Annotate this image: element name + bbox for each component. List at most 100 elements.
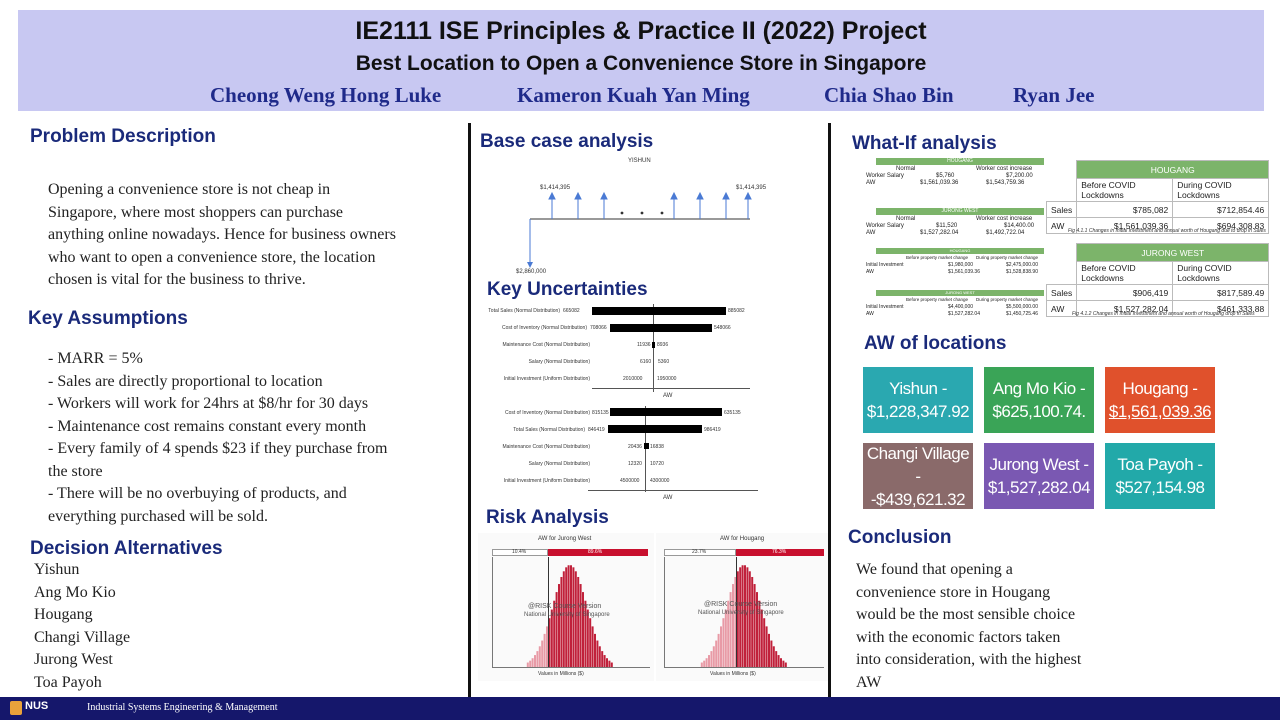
tornado-bar — [608, 425, 702, 433]
histogram-bar — [586, 609, 589, 667]
histogram-bar — [748, 571, 751, 667]
tornado-row-label: Salary (Normal Distribution) — [528, 359, 590, 365]
mini-cell: $5,500,000.00 — [1006, 304, 1038, 310]
mini-cell: AW — [866, 230, 876, 236]
tornado-row-label: Total Sales (Normal Distribution) — [488, 308, 560, 314]
histogram-bar — [784, 662, 787, 667]
tile-name: Toa Payoh - — [1117, 455, 1203, 474]
tile-value: $527,154.98 — [1115, 478, 1205, 497]
tornado-axis — [592, 388, 750, 389]
mini-cell: $1,527,282.04 — [948, 311, 980, 317]
mini-col: Worker cost increase — [976, 166, 1033, 172]
watermark: @RISK Course Version — [704, 601, 778, 608]
mini-cell: Initial Investment — [866, 262, 904, 268]
histogram-bar — [526, 662, 529, 667]
footer-bar: NUS Industrial Systems Engineering & Man… — [0, 697, 1280, 720]
poster-subtitle: Best Location to Open a Convenience Stor… — [355, 52, 927, 75]
table-cell: $785,082 — [1076, 201, 1174, 218]
diagram-title: YISHUN — [628, 158, 651, 164]
histogram-bar — [763, 618, 766, 667]
percentile-label: 10.4% — [512, 549, 527, 555]
aw-tile: Ang Mo Kio - $625,100.74. — [984, 367, 1094, 433]
author-name: Ryan Jee — [1013, 83, 1095, 107]
histogram-bar — [705, 658, 708, 667]
histogram-bar — [724, 609, 727, 667]
histogram-bar — [744, 565, 746, 667]
histogram-bar — [777, 655, 780, 667]
figure-caption: Fig 4.1.2 Changes in Initial Investment … — [1072, 311, 1255, 317]
table-cell: $906,419 — [1076, 284, 1174, 301]
text-line: - Every family of 4 spends $23 if they p… — [48, 440, 388, 457]
histogram-bar — [770, 640, 773, 667]
histogram-bar — [772, 646, 775, 667]
tornado-low: 846419 — [588, 427, 605, 433]
mini-table-title: JURONG WEST — [876, 290, 1044, 296]
mini-col: During property market change — [976, 297, 1039, 302]
axis-label: Values in Millions ($) — [538, 671, 584, 677]
aw-tile: Jurong West - $1,527,282.04 — [984, 443, 1094, 509]
text-line: - Sales are directly proportional to loc… — [48, 372, 323, 390]
mini-cell: $5,760 — [936, 173, 955, 179]
uncertainties-heading: Key Uncertainties — [487, 279, 648, 300]
risk-heading: Risk Analysis — [486, 507, 609, 528]
text-line: everything purchased will be sold. — [48, 507, 268, 525]
histogram-bar — [760, 609, 763, 667]
jurong-covid-table: JURONG WEST Before COVID Lockdowns During… — [1045, 243, 1270, 317]
histogram-bar — [562, 571, 565, 667]
text-line: with the economic factors taken — [856, 628, 1061, 646]
mini-cell: Initial Investment — [866, 304, 904, 310]
histogram-bar — [531, 658, 534, 667]
table-title: HOUGANG — [1076, 160, 1270, 179]
tornado-bar — [610, 408, 722, 416]
histogram-bar — [543, 633, 546, 667]
histogram-axis — [492, 667, 650, 668]
tornado-low: 815135 — [592, 410, 609, 416]
tornado-bar — [652, 342, 655, 348]
histogram-bar — [574, 571, 577, 667]
tornado-bar — [610, 324, 712, 332]
author-name: Chia Shao Bin — [824, 83, 954, 107]
histogram-bar — [529, 660, 532, 667]
aw-tile: Toa Payoh - $527,154.98 — [1105, 443, 1215, 509]
mini-cell: AW — [866, 311, 874, 317]
column-divider — [828, 123, 831, 697]
tornado-high: 4300000 — [650, 478, 670, 484]
mini-cell: AW — [866, 180, 876, 186]
tile-name: Hougang - — [1122, 379, 1198, 398]
histogram-bar — [746, 567, 749, 667]
column-divider — [468, 123, 471, 697]
histogram-bar — [722, 618, 725, 667]
cash-flow-label: $1,414,395 — [736, 185, 767, 191]
text-line: AW — [856, 673, 882, 691]
histogram-bar — [577, 576, 580, 667]
conclusion-text: We found that opening a convenience stor… — [856, 559, 1136, 694]
histogram-bar — [732, 584, 734, 667]
list-item: Jurong West — [34, 651, 113, 668]
tile-name: Jurong West - — [989, 455, 1089, 474]
alternatives-list: Yishun Ang Mo Kio Hougang Changi Village… — [34, 559, 130, 694]
list-item: Toa Payoh — [34, 673, 102, 691]
cash-flow-label: $1,414,395 — [540, 185, 571, 191]
author-name: Kameron Kuah Yan Ming — [517, 83, 750, 107]
poster-header: IE2111 ISE Principles & Practice II (202… — [18, 10, 1264, 111]
hougang-covid-table: HOUGANG Before COVID Lockdowns During COV… — [1045, 160, 1270, 234]
text-line: would be the most sensible choice — [856, 606, 1076, 623]
mini-cell: $4,400,000 — [948, 304, 974, 310]
mini-cell: $1,528,838.90 — [1006, 269, 1038, 275]
tornado-bar — [644, 443, 649, 449]
mini-cell: Worker Salary — [866, 223, 904, 229]
mini-col: Worker cost increase — [976, 216, 1033, 222]
tornado-high: 885082 — [728, 308, 745, 314]
text-line: - Workers will work for 24hrs at $8/hr f… — [48, 395, 369, 412]
histogram-bar — [608, 660, 611, 667]
nus-logo: NUS — [25, 700, 49, 712]
histogram-bar — [579, 584, 582, 667]
histogram-bar — [717, 633, 720, 667]
histogram-bar — [603, 655, 606, 667]
tile-value: $625,100.74. — [992, 402, 1086, 421]
histogram-bar — [720, 626, 722, 667]
tile-value: -$439,621.32 — [870, 489, 966, 509]
histogram-bar — [703, 660, 706, 667]
tornado-row-label: Initial Investment (Uniform Distribution… — [503, 478, 590, 484]
mini-cell: $14,400.00 — [1004, 223, 1035, 229]
